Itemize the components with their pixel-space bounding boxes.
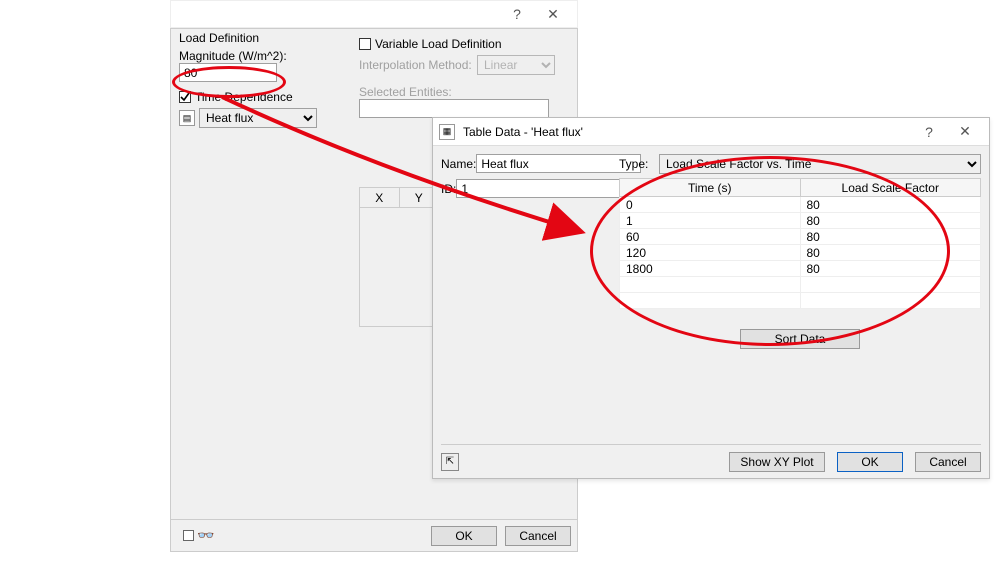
table-data-bottom-bar: ⇱ Show XY Plot OK Cancel — [441, 444, 981, 472]
close-icon[interactable]: ✕ — [535, 6, 571, 23]
help-icon[interactable]: ? — [499, 6, 535, 22]
table-row[interactable]: 180080 — [620, 261, 981, 277]
time-cell[interactable] — [620, 293, 801, 309]
time-cell[interactable] — [620, 277, 801, 293]
xy-data-panel: X Y — [359, 187, 439, 327]
time-cell[interactable]: 60 — [620, 229, 801, 245]
load-def-dialog-titlebar: ? ✕ — [170, 0, 578, 28]
selected-entities-label: Selected Entities: — [359, 85, 569, 99]
time-cell[interactable]: 120 — [620, 245, 801, 261]
factor-cell[interactable] — [800, 293, 981, 309]
table-row[interactable] — [620, 293, 981, 309]
time-cell[interactable]: 0 — [620, 197, 801, 213]
variable-load-label: Variable Load Definition — [375, 37, 502, 51]
name-label: Name: — [441, 157, 476, 171]
cancel-button[interactable]: Cancel — [915, 452, 981, 472]
ok-button[interactable]: OK — [837, 452, 903, 472]
table-data-title: Table Data - 'Heat flux' — [463, 125, 911, 139]
time-cell[interactable]: 1 — [620, 213, 801, 229]
show-xy-plot-button[interactable]: Show XY Plot — [729, 452, 825, 472]
time-dependence-label: Time Dependence — [195, 90, 293, 104]
table-row[interactable] — [620, 277, 981, 293]
sort-data-button[interactable]: Sort Data — [740, 329, 860, 349]
factor-cell[interactable]: 80 — [800, 245, 981, 261]
selected-entities-input[interactable] — [359, 99, 549, 118]
time-curve-select[interactable]: Heat flux — [199, 108, 317, 128]
table-data-dialog: ▦ Table Data - 'Heat flux' ? ✕ Name: ID:… — [432, 117, 990, 479]
interpolation-method-label: Interpolation Method: — [359, 58, 477, 72]
help-icon[interactable]: ? — [911, 124, 947, 140]
id-input[interactable] — [456, 179, 621, 198]
expand-icon[interactable]: ⇱ — [441, 453, 459, 471]
preview-checkbox[interactable] — [183, 530, 194, 541]
interpolation-method-select: Linear — [477, 55, 555, 75]
load-definition-section-label: Load Definition — [179, 31, 351, 45]
table-icon: ▦ — [439, 124, 455, 140]
time-factor-table[interactable]: Time (s) Load Scale Factor 0801806080120… — [619, 178, 981, 309]
xy-col-x: X — [360, 188, 400, 208]
magnitude-input[interactable] — [179, 63, 277, 82]
factor-cell[interactable]: 80 — [800, 197, 981, 213]
id-label: ID: — [441, 182, 456, 196]
type-select[interactable]: Load Scale Factor vs. Time — [659, 154, 981, 174]
cancel-button[interactable]: Cancel — [505, 526, 571, 546]
factor-cell[interactable]: 80 — [800, 261, 981, 277]
table-row[interactable]: 6080 — [620, 229, 981, 245]
table-row[interactable]: 12080 — [620, 245, 981, 261]
col-time-header: Time (s) — [620, 179, 801, 197]
time-cell[interactable]: 1800 — [620, 261, 801, 277]
name-input[interactable] — [476, 154, 641, 173]
preview-glasses-icon[interactable]: 👓 — [183, 527, 212, 544]
close-icon[interactable]: ✕ — [947, 123, 983, 140]
table-data-titlebar: ▦ Table Data - 'Heat flux' ? ✕ — [433, 118, 989, 146]
ok-button[interactable]: OK — [431, 526, 497, 546]
table-edit-icon[interactable]: ▤ — [179, 110, 195, 126]
load-def-bottom-bar: 👓 OK Cancel — [171, 519, 577, 551]
variable-load-checkbox[interactable] — [359, 38, 371, 50]
factor-cell[interactable]: 80 — [800, 213, 981, 229]
time-dependence-checkbox[interactable] — [179, 91, 191, 103]
factor-cell[interactable] — [800, 277, 981, 293]
magnitude-label: Magnitude (W/m^2): — [179, 49, 351, 63]
factor-cell[interactable]: 80 — [800, 229, 981, 245]
col-factor-header: Load Scale Factor — [800, 179, 981, 197]
table-row[interactable]: 180 — [620, 213, 981, 229]
type-label: Type: — [619, 157, 659, 171]
table-row[interactable]: 080 — [620, 197, 981, 213]
